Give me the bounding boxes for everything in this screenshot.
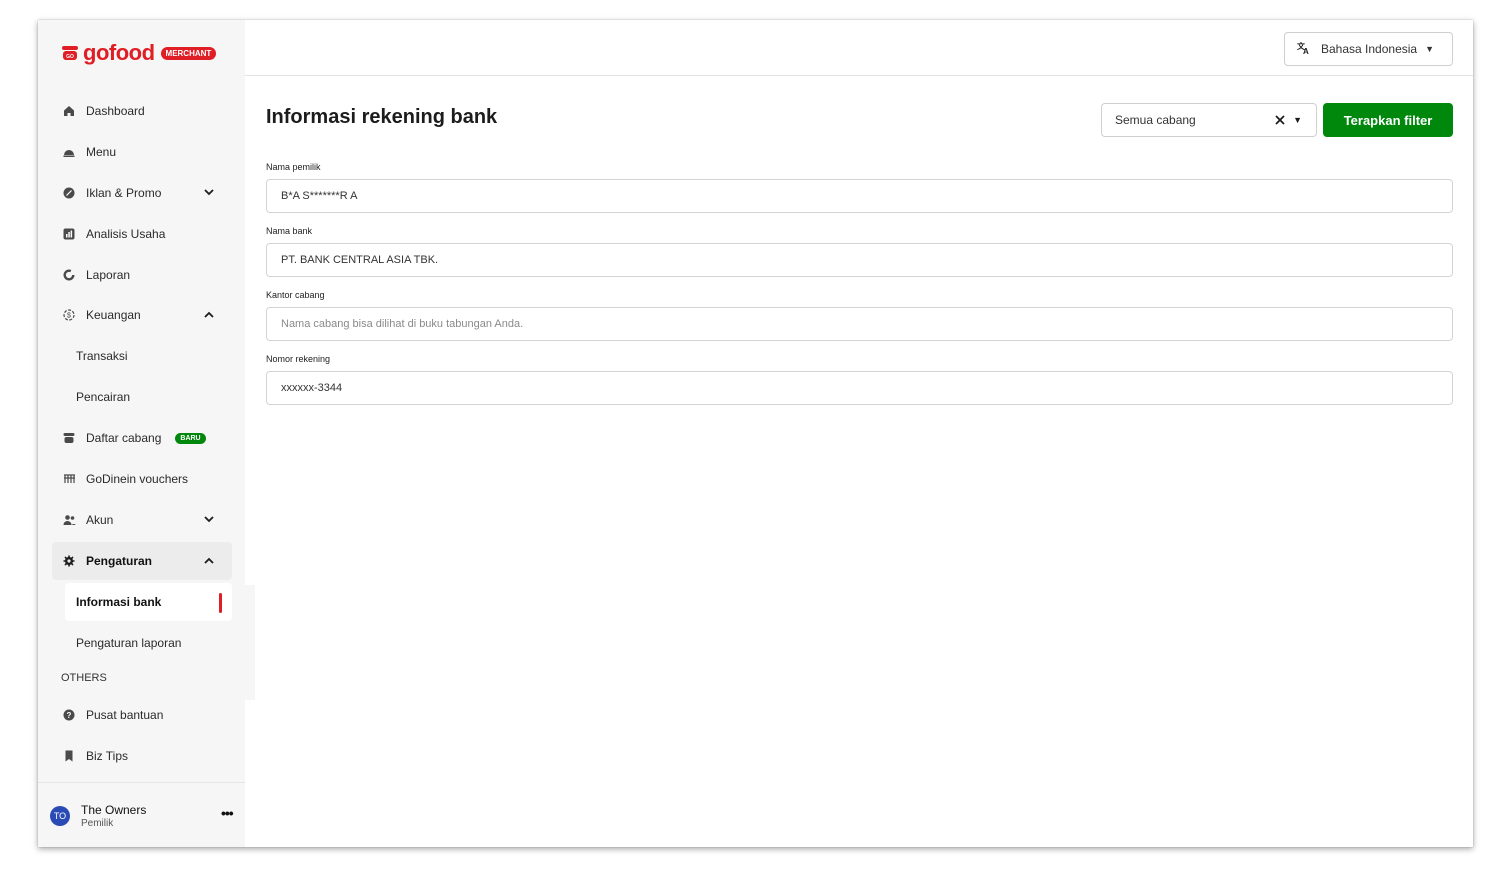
bank-name-field[interactable]: PT. BANK CENTRAL ASIA TBK. xyxy=(266,243,1453,277)
sidebar-item-godinein-vouchers[interactable]: GoDinein vouchers xyxy=(52,460,232,498)
chevron-up-icon[interactable] xyxy=(204,309,214,321)
sidebar-item-label: Menu xyxy=(86,145,117,159)
users-icon xyxy=(62,513,76,527)
sidebar-item-analisis-usaha[interactable]: Analisis Usaha xyxy=(52,215,232,253)
bookmark-icon xyxy=(62,749,76,763)
sidebar-item-iklan-promo[interactable]: Iklan & Promo xyxy=(52,174,232,212)
sidebar-item-label: Transaksi xyxy=(76,349,128,363)
sidebar-item-label: Pengaturan xyxy=(86,554,153,568)
branch-office-field[interactable]: Nama cabang bisa dilihat di buku tabunga… xyxy=(266,307,1453,341)
user-profile[interactable]: TO The Owners Pemilik ••• xyxy=(38,782,245,847)
sidebar-item-pusat-bantuan[interactable]: ? Pusat bantuan xyxy=(52,696,232,734)
bank-name-label: Nama bank xyxy=(266,226,313,236)
user-role: Pemilik xyxy=(81,818,114,829)
svg-text:$: $ xyxy=(67,313,71,320)
owner-name-field[interactable]: B*A S*******R A xyxy=(266,179,1453,213)
gofood-merchant-logo[interactable]: GO gofood MERCHANT xyxy=(61,40,217,66)
sidebar-item-label: Daftar cabang xyxy=(86,431,162,445)
promo-icon xyxy=(62,186,76,200)
branch-filter-value: Semua cabang xyxy=(1115,113,1196,127)
analytics-icon xyxy=(62,227,76,241)
branch-office-label: Kantor cabang xyxy=(266,290,325,300)
svg-text:?: ? xyxy=(67,711,72,720)
merchant-badge: MERCHANT xyxy=(160,46,217,60)
account-number-label: Nomor rekening xyxy=(266,354,331,364)
app-window: GO gofood MERCHANT Dashboard Menu Iklan … xyxy=(38,20,1473,847)
sidebar-item-pencairan[interactable]: Pencairan xyxy=(52,378,232,416)
active-indicator xyxy=(219,593,222,613)
branch-filter-select[interactable]: Semua cabang ▼ xyxy=(1101,103,1317,137)
money-icon: $ xyxy=(62,308,76,322)
sidebar-item-label: Pencairan xyxy=(76,390,131,404)
sidebar-item-label: Analisis Usaha xyxy=(86,227,166,241)
sidebar-item-informasi-bank[interactable]: Informasi bank xyxy=(65,583,232,621)
top-bar: 文A Bahasa Indonesia ▼ xyxy=(245,20,1473,76)
more-options-icon[interactable]: ••• xyxy=(221,805,234,821)
svg-text:A: A xyxy=(1303,47,1309,55)
avatar: TO xyxy=(50,806,70,826)
sidebar-item-dashboard[interactable]: Dashboard xyxy=(52,92,232,130)
language-label: Bahasa Indonesia xyxy=(1321,42,1418,56)
sidebar-item-label: Akun xyxy=(86,513,114,527)
chevron-down-icon[interactable] xyxy=(204,514,214,526)
chevron-up-icon[interactable] xyxy=(204,555,214,567)
sidebar-item-transaksi[interactable]: Transaksi xyxy=(52,337,232,375)
store-icon xyxy=(62,431,76,445)
sidebar-item-label: Laporan xyxy=(86,268,131,282)
svg-text:GO: GO xyxy=(66,54,74,60)
food-cover-icon xyxy=(62,145,76,159)
new-badge: BARU xyxy=(175,432,206,444)
sidebar-item-laporan[interactable]: Laporan xyxy=(52,256,232,294)
caret-down-icon[interactable]: ▼ xyxy=(1293,115,1302,125)
language-selector[interactable]: 文A Bahasa Indonesia ▼ xyxy=(1284,32,1453,66)
brand-name: gofood xyxy=(83,40,155,65)
home-icon xyxy=(62,104,76,118)
sidebar-item-label: GoDinein vouchers xyxy=(86,472,189,486)
sidebar-item-label: Informasi bank xyxy=(76,595,162,609)
translate-icon: 文A xyxy=(1297,41,1311,58)
sidebar-item-biz-tips[interactable]: Biz Tips xyxy=(52,737,232,775)
sidebar-item-pengaturan-laporan[interactable]: Pengaturan laporan xyxy=(52,624,232,662)
sidebar-item-label: Dashboard xyxy=(86,104,145,118)
caret-down-icon: ▼ xyxy=(1425,44,1434,54)
sidebar-extension xyxy=(245,585,255,700)
gear-icon xyxy=(62,554,76,568)
sidebar-item-label: Biz Tips xyxy=(86,749,129,763)
sidebar-item-akun[interactable]: Akun xyxy=(52,501,232,539)
owner-name-label: Nama pemilik xyxy=(266,162,321,172)
help-icon: ? xyxy=(62,708,76,722)
account-number-field[interactable]: xxxxxx-3344 xyxy=(266,371,1453,405)
voucher-icon xyxy=(62,472,76,486)
report-icon xyxy=(62,268,76,282)
apply-filter-button[interactable]: Terapkan filter xyxy=(1323,103,1453,137)
sidebar-item-label: Iklan & Promo xyxy=(86,186,162,200)
sidebar-item-label: Keuangan xyxy=(86,308,141,322)
clear-icon[interactable] xyxy=(1275,112,1285,129)
sidebar-item-keuangan[interactable]: $ Keuangan xyxy=(52,296,232,334)
user-name: The Owners xyxy=(81,803,147,817)
sidebar-item-label: Pusat bantuan xyxy=(86,708,164,722)
sidebar-item-daftar-cabang[interactable]: Daftar cabang BARU xyxy=(52,419,232,457)
sidebar-item-menu[interactable]: Menu xyxy=(52,133,232,171)
chevron-down-icon[interactable] xyxy=(204,187,214,199)
page-title: Informasi rekening bank xyxy=(266,106,498,128)
sidebar-item-pengaturan[interactable]: Pengaturan xyxy=(52,542,232,580)
sidebar: GO gofood MERCHANT Dashboard Menu Iklan … xyxy=(38,20,245,847)
others-section-label: OTHERS xyxy=(61,672,107,684)
sidebar-item-label: Pengaturan laporan xyxy=(76,636,182,650)
gofood-logo-icon: GO xyxy=(62,46,78,60)
